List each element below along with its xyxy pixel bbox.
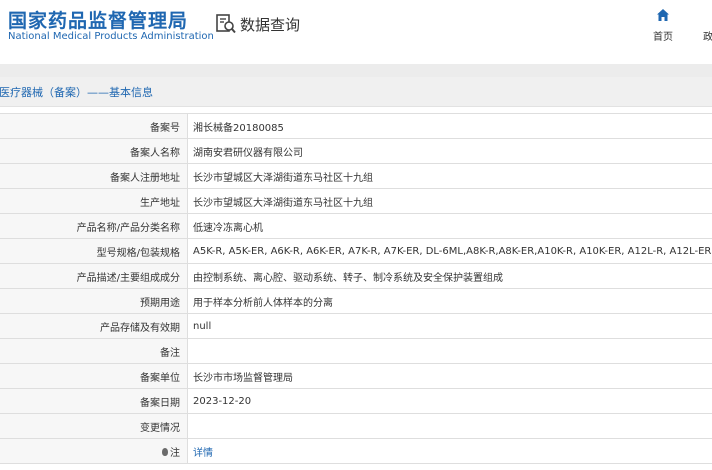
row-label-text: 备注 xyxy=(160,347,180,359)
breadcrumb: 医疗器械（备案）——基本信息 xyxy=(0,86,153,99)
row-value: 长沙市望城区大泽湖街道东马社区十九组 xyxy=(187,188,712,214)
header-divider-band xyxy=(0,64,712,77)
row-value: 湘长械备20180085 xyxy=(187,113,712,139)
row-value: 低速冷冻离心机 xyxy=(187,213,712,239)
row-label: 型号规格/包装规格 xyxy=(0,238,188,264)
table-row: 生产地址 长沙市望城区大泽湖街道东马社区十九组 xyxy=(0,188,712,214)
row-value: 长沙市市场监督管理局 xyxy=(187,363,712,389)
table-row: 产品描述/主要组成成分 由控制系统、离心腔、驱动系统、转子、制冷系统及安全保护装置… xyxy=(0,263,712,289)
row-label: 生产地址 xyxy=(0,188,188,214)
row-value: 2023-12-20 xyxy=(187,388,712,414)
row-label-text: 预期用途 xyxy=(140,297,180,309)
row-value: null xyxy=(187,313,712,339)
detail-table: 备案号 湘长械备20180085 备案人名称 湖南安君研仪器有限公司 备案人注册地址 长沙… xyxy=(0,113,712,464)
table-row: 备案人注册地址 长沙市望城区大泽湖街道东马社区十九组 xyxy=(0,163,712,189)
table-row: 备案单位 长沙市市场监督管理局 xyxy=(0,363,712,389)
table-row: 变更情况 xyxy=(0,413,712,439)
table-row: 备注 xyxy=(0,338,712,364)
breadcrumb-bar: 医疗器械（备案）——基本信息 xyxy=(0,77,712,107)
details-link[interactable]: 详情 xyxy=(193,448,213,459)
table-row: 预期用途 用于样本分析前人体样本的分离 xyxy=(0,288,712,314)
table-row: 产品名称/产品分类名称 低速冷冻离心机 xyxy=(0,213,712,239)
table-row: 备案人名称 湖南安君研仪器有限公司 xyxy=(0,138,712,164)
row-label-text: 产品描述/主要组成成分 xyxy=(76,272,180,284)
document-search-icon xyxy=(216,14,236,34)
row-value-text: 2023-12-20 xyxy=(193,395,252,407)
row-label-text: 注 xyxy=(170,447,180,459)
row-label-text: 产品存储及有效期 xyxy=(100,322,180,334)
row-value-text: 低速冷冻离心机 xyxy=(193,222,263,234)
row-label: 注 xyxy=(0,438,188,464)
nav-home-label: 首页 xyxy=(653,32,673,43)
row-label: 变更情况 xyxy=(0,413,188,439)
row-label-text: 型号规格/包装规格 xyxy=(96,247,180,259)
row-label: 产品描述/主要组成成分 xyxy=(0,263,188,289)
row-label: 产品名称/产品分类名称 xyxy=(0,213,188,239)
row-value-text: 湖南安君研仪器有限公司 xyxy=(193,147,303,159)
brand-name-english[interactable]: National Medical Products Administration xyxy=(8,31,214,42)
nav-home[interactable]: 首页 xyxy=(648,8,678,43)
row-value-text: 由控制系统、离心腔、驱动系统、转子、制冷系统及安全保护装置组成 xyxy=(193,272,503,284)
row-value: 湖南安君研仪器有限公司 xyxy=(187,138,712,164)
row-label: 备注 xyxy=(0,338,188,364)
site-header: 国家药品监督管理局 National Medical Products Admi… xyxy=(0,0,712,60)
row-label: 备案人注册地址 xyxy=(0,163,188,189)
row-value-text: null xyxy=(193,320,212,332)
row-value-text: 湘长械备20180085 xyxy=(193,122,284,134)
row-label-text: 备案人注册地址 xyxy=(110,172,180,184)
row-value-text: 用于样本分析前人体样本的分离 xyxy=(193,297,333,309)
row-value xyxy=(187,413,712,439)
table-row: 备案号 湘长械备20180085 xyxy=(0,113,712,139)
row-value-text: 长沙市市场监督管理局 xyxy=(193,372,293,384)
row-label: 备案单位 xyxy=(0,363,188,389)
row-value-text: A5K-R, A5K-ER, A6K-R, A6K-ER, A7K-R, A7K… xyxy=(193,245,712,257)
row-value: 长沙市望城区大泽湖街道东马社区十九组 xyxy=(187,163,712,189)
table-row: 型号规格/包装规格 A5K-R, A5K-ER, A6K-R, A6K-ER, A… xyxy=(0,238,712,264)
row-value: 由控制系统、离心腔、驱动系统、转子、制冷系统及安全保护装置组成 xyxy=(187,263,712,289)
row-label: 备案人名称 xyxy=(0,138,188,164)
data-query-label: 数据查询 xyxy=(240,15,301,34)
row-label: 预期用途 xyxy=(0,288,188,314)
row-label-text: 产品名称/产品分类名称 xyxy=(76,222,180,234)
table-row: 注 详情 xyxy=(0,438,712,464)
data-query-link[interactable]: 数据查询 xyxy=(215,12,300,36)
row-value: 用于样本分析前人体样本的分离 xyxy=(187,288,712,314)
home-icon xyxy=(657,9,669,21)
row-value: A5K-R, A5K-ER, A6K-R, A6K-ER, A7K-R, A7K… xyxy=(187,238,712,264)
row-label: 产品存储及有效期 xyxy=(0,313,188,339)
row-label-text: 备案人名称 xyxy=(130,147,180,159)
row-value xyxy=(187,338,712,364)
row-label-text: 备案单位 xyxy=(140,372,180,384)
row-label-text: 变更情况 xyxy=(140,422,180,434)
table-row: 备案日期 2023-12-20 xyxy=(0,388,712,414)
row-value: 详情 xyxy=(187,438,712,464)
row-label-text: 备案日期 xyxy=(140,397,180,409)
row-value-text: 长沙市望城区大泽湖街道东马社区十九组 xyxy=(193,172,373,184)
lightbulb-icon xyxy=(162,447,168,456)
row-label: 备案号 xyxy=(0,113,188,139)
row-label-text: 生产地址 xyxy=(140,197,180,209)
row-label-text: 备案号 xyxy=(150,122,180,134)
brand-name-chinese[interactable]: 国家药品监督管理局 xyxy=(8,6,188,33)
nav-item-truncated[interactable]: 政 xyxy=(703,28,712,43)
table-row: 产品存储及有效期 null xyxy=(0,313,712,339)
row-value-text: 长沙市望城区大泽湖街道东马社区十九组 xyxy=(193,197,373,209)
row-label: 备案日期 xyxy=(0,388,188,414)
